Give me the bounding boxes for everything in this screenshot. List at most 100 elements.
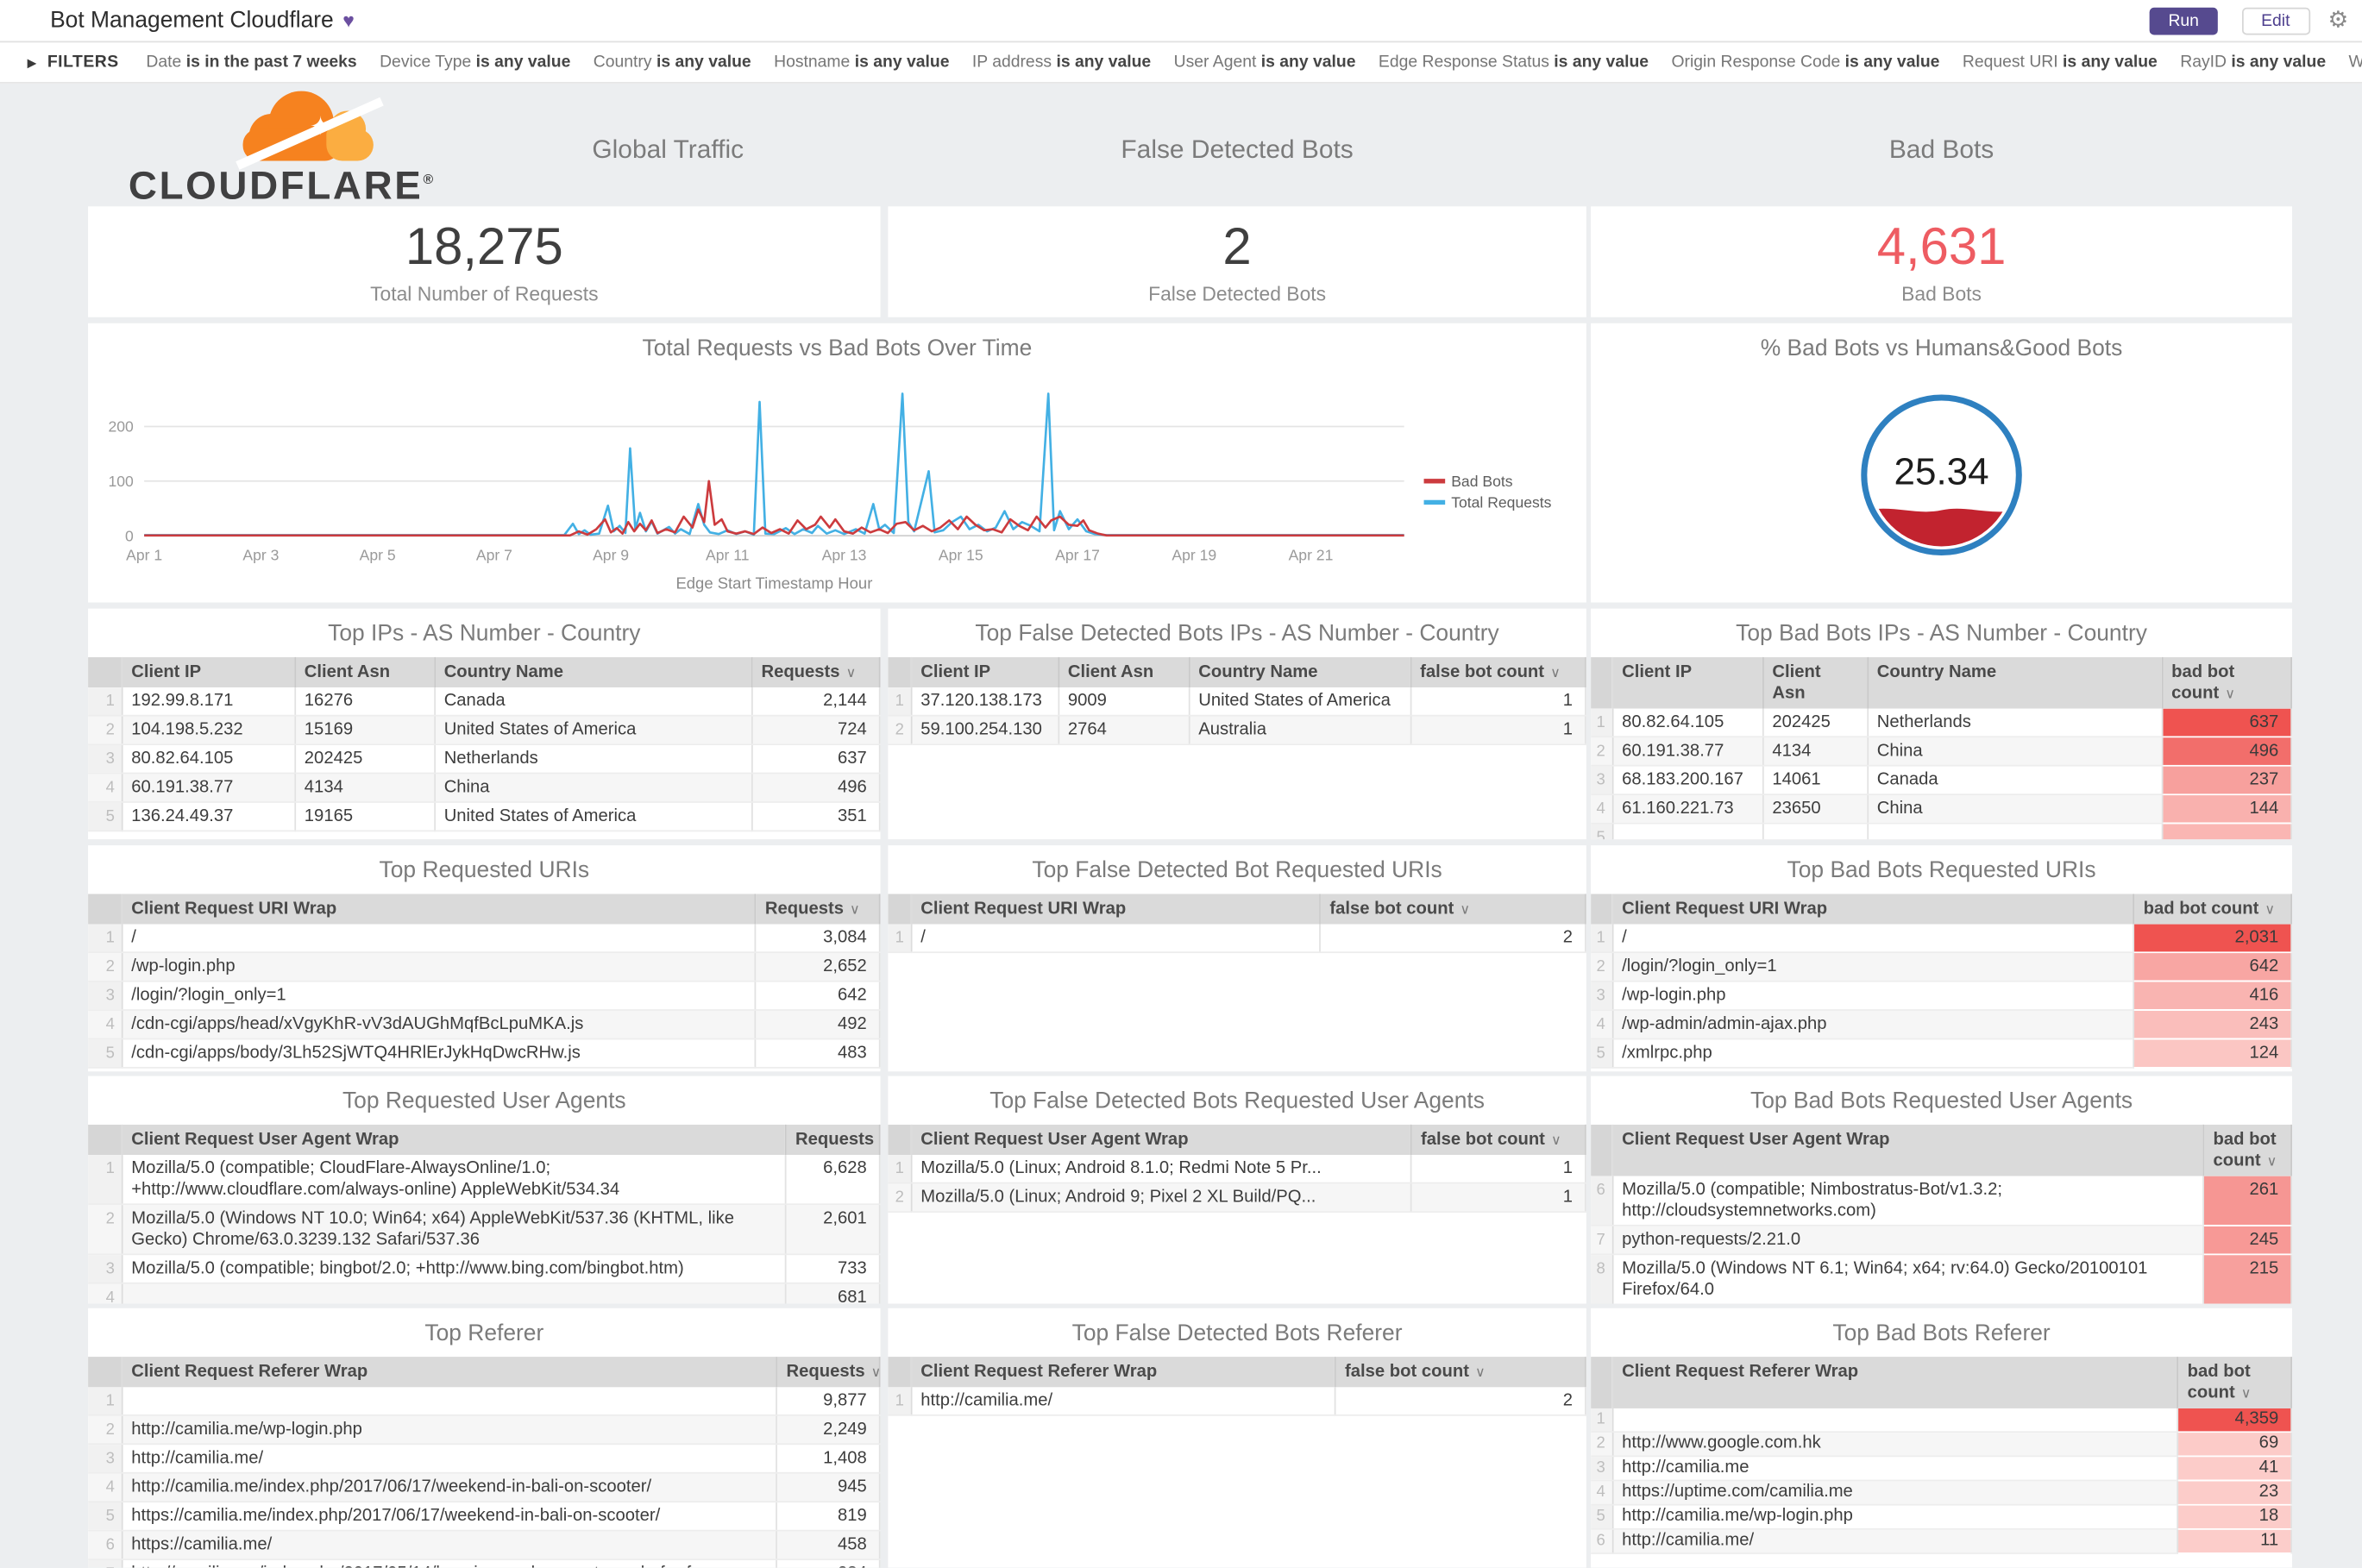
- table-title: Top Referer: [424, 1320, 544, 1346]
- table-top-requested-uris: Client Request URI Wrap Requests ∨ 1/3,084 2…: [88, 894, 881, 1069]
- column-header-client-asn[interactable]: Client Asn: [1058, 656, 1190, 688]
- table-row: 1/3,084: [88, 924, 881, 954]
- row-number: 1: [888, 1155, 912, 1184]
- column-header-client-request-referer-wrap[interactable]: Client Request Referer Wrap: [1611, 1357, 2179, 1408]
- cell-bad-bot-count: 237: [2161, 765, 2293, 796]
- chart-title: Total Requests vs Bad Bots Over Time: [642, 335, 1033, 361]
- column-header-requests[interactable]: Requests∨: [755, 894, 881, 925]
- cell-false-bot-count: 2: [1319, 924, 1586, 954]
- filters-expand-icon[interactable]: ▶: [28, 55, 37, 69]
- filter-item[interactable]: Device Type is any value: [380, 53, 570, 72]
- cell-client-request-referer-wrap: http://camilia.me/: [910, 1387, 1336, 1416]
- column-header-client-ip[interactable]: Client IP: [910, 656, 1059, 688]
- column-header-false-bot-count[interactable]: false bot count ∨: [1410, 1124, 1586, 1156]
- column-header-requests[interactable]: Requests∨: [751, 656, 881, 688]
- column-header-client-asn[interactable]: Client Asn: [294, 656, 436, 688]
- row-number: 7: [1591, 1225, 1613, 1256]
- filter-item[interactable]: Date is in the past 7 weeks: [146, 53, 356, 72]
- filter-item[interactable]: Edge Response Status is any value: [1379, 53, 1649, 72]
- table-row: 6 Mozilla/5.0 (compatible; Nimbostratus-B…: [1591, 1176, 2293, 1226]
- column-header-requests[interactable]: Requests∨: [776, 1357, 881, 1388]
- row-number-header: [88, 1357, 122, 1388]
- cell-client-ip: 61.160.221.73: [1611, 794, 1763, 825]
- run-button[interactable]: Run: [2150, 6, 2218, 34]
- edit-button[interactable]: Edit: [2241, 6, 2310, 34]
- table-row: 3/wp-login.php 416: [1591, 981, 2293, 1011]
- cell-client-asn: [1762, 823, 1869, 840]
- y-axis-tick: 0: [125, 527, 134, 544]
- cell-client-request-uri-wrap: /wp-login.php: [121, 952, 757, 982]
- series-total-requests: [144, 392, 1404, 536]
- series-bad-bots: [144, 480, 1404, 537]
- column-header-client-request-referer-wrap[interactable]: Client Request Referer Wrap: [910, 1357, 1336, 1388]
- column-header-client-request-user-agent-wrap[interactable]: Client Request User Agent Wrap: [121, 1124, 787, 1156]
- card-top-bad-bot-uris: Top Bad Bots Requested URIs Client Reques…: [1591, 845, 2293, 1072]
- row-number-header: [888, 894, 912, 925]
- cell-client-ip: 68.183.200.167: [1611, 765, 1763, 796]
- row-number: 7: [88, 1559, 122, 1568]
- x-axis-tick: Apr 5: [360, 546, 396, 563]
- table-title: Top False Detected Bots Referer: [1071, 1320, 1403, 1346]
- column-header-requests[interactable]: Requests∨: [785, 1124, 881, 1156]
- card-top-requested-uris: Top Requested URIs Client Request URI Wra…: [88, 845, 881, 1072]
- column-header-bad-bot-count[interactable]: bad bot count ∨: [2177, 1357, 2293, 1408]
- cloudflare-cloud-icon: ✦: [236, 91, 384, 170]
- column-header-client-request-uri-wrap[interactable]: Client Request URI Wrap: [121, 894, 757, 925]
- row-number-header: [888, 1124, 912, 1156]
- kpi-value: 18,275: [405, 218, 563, 277]
- column-header-country-name[interactable]: Country Name: [1867, 656, 2163, 709]
- filter-item[interactable]: RayID is any value: [2180, 53, 2326, 72]
- filter-item[interactable]: IP address is any value: [972, 53, 1151, 72]
- traffic-line-chart: 0 100 200 Apr 1 Apr 3 Apr 5 Apr 7 Apr 9 Apr 11 Ap…: [88, 372, 1586, 602]
- column-header-client-ip[interactable]: Client IP: [1611, 656, 1763, 709]
- column-header-bad-bot-count[interactable]: bad bot count ∨: [2203, 1124, 2293, 1176]
- filter-item[interactable]: Worker Subrequest is…: [2349, 53, 2362, 72]
- card-requests-vs-bad-bots: Total Requests vs Bad Bots Over Time 0 10…: [88, 323, 1586, 603]
- row-number: 2: [1591, 1432, 1613, 1458]
- filter-item[interactable]: Request URI is any value: [1963, 53, 2158, 72]
- cell-client-asn: 202425: [294, 744, 436, 775]
- column-header-client-request-uri-wrap[interactable]: Client Request URI Wrap: [1611, 894, 2135, 925]
- column-header-client-ip[interactable]: Client IP: [121, 656, 296, 688]
- cell-requests: 483: [755, 1038, 881, 1069]
- table-row: 7 python-requests/2.21.0 245: [1591, 1225, 2293, 1256]
- table-top-false-bot-user-agents: Client Request User Agent Wrap false bot …: [888, 1124, 1586, 1213]
- table-row: 1 9,877: [88, 1387, 881, 1416]
- column-header-false-bot-count[interactable]: false bot count ∨: [1410, 656, 1586, 688]
- cell-client-asn: 4134: [294, 773, 436, 803]
- table-row: 5 http://camilia.me/wp-login.php 18: [1591, 1504, 2293, 1530]
- column-header-country-name[interactable]: Country Name: [1188, 656, 1411, 688]
- heart-icon: ♥: [342, 9, 355, 32]
- column-header-client-request-user-agent-wrap[interactable]: Client Request User Agent Wrap: [910, 1124, 1412, 1156]
- column-header-false-bot-count[interactable]: false bot count ∨: [1319, 894, 1586, 925]
- cell-bad-bot-count: 245: [2203, 1225, 2293, 1256]
- column-header-country-name[interactable]: Country Name: [434, 656, 752, 688]
- cell-client-request-referer-wrap: http://camilia.me/wp-login.php: [121, 1414, 777, 1446]
- y-axis-tick: 200: [109, 418, 135, 436]
- column-header-false-bot-count[interactable]: false bot count ∨: [1335, 1357, 1586, 1388]
- column-header-client-request-uri-wrap[interactable]: Client Request URI Wrap: [910, 894, 1321, 925]
- card-top-false-bot-uris: Top False Detected Bot Requested URIs Cli…: [888, 845, 1586, 1072]
- filter-item[interactable]: Origin Response Code is any value: [1671, 53, 1939, 72]
- column-header-client-request-user-agent-wrap[interactable]: Client Request User Agent Wrap: [1611, 1124, 2204, 1176]
- column-header-bad-bot-count[interactable]: bad bot count ∨: [2133, 894, 2293, 925]
- cell-requests: 642: [755, 981, 881, 1011]
- column-header-client-asn[interactable]: Client Asn: [1762, 656, 1869, 709]
- column-header-client-request-referer-wrap[interactable]: Client Request Referer Wrap: [121, 1357, 777, 1388]
- cell-client-ip: 80.82.64.105: [121, 744, 296, 775]
- table-row: 1 Mozilla/5.0 (Linux; Android 8.1.0; Redm…: [888, 1155, 1586, 1184]
- filter-item[interactable]: Hostname is any value: [774, 53, 949, 72]
- filter-item[interactable]: Country is any value: [594, 53, 751, 72]
- row-number: 3: [1591, 1456, 1613, 1482]
- row-number: 2: [88, 1204, 122, 1256]
- filter-item[interactable]: User Agent is any value: [1174, 53, 1356, 72]
- cell-country-name: Netherlands: [1867, 708, 2163, 738]
- cell-client-request-referer-wrap: http://camilia.me/index.php/2017/06/17/w…: [121, 1472, 777, 1503]
- gear-icon[interactable]: ⚙: [2327, 9, 2348, 32]
- filters-label[interactable]: FILTERS: [47, 53, 119, 72]
- top-bar: Bot Management Cloudflare ♥ Run Edit ⚙: [0, 0, 2362, 43]
- column-header-bad-bot-count[interactable]: bad bot count ∨: [2161, 656, 2293, 709]
- legend-label-total-requests: Total Requests: [1451, 494, 1551, 511]
- row-number: 1: [1591, 708, 1613, 738]
- card-top-bad-bot-user-agents: Top Bad Bots Requested User Agents Client…: [1591, 1076, 2293, 1304]
